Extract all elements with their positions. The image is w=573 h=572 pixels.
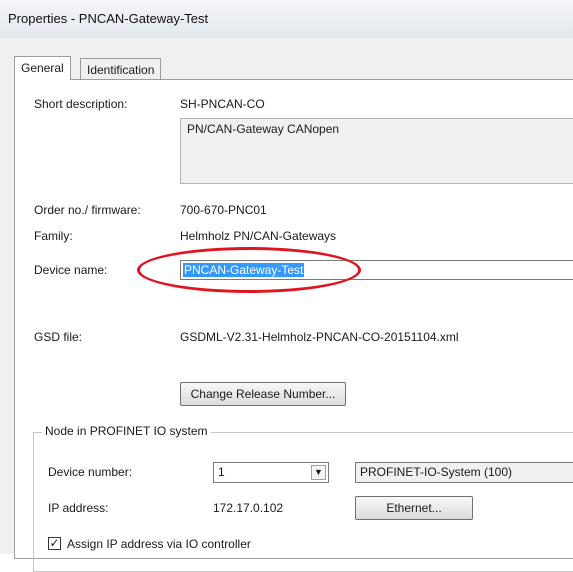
io-system-value: PROFINET-IO-System (100) <box>360 465 513 479</box>
tab-identification[interactable]: Identification <box>80 58 162 80</box>
device-number-select[interactable]: 1 ▼ <box>213 462 329 483</box>
short-description-label: Short description: <box>34 97 128 111</box>
short-description-value: SH-PNCAN-CO <box>180 97 265 111</box>
node-group-title: Node in PROFINET IO system <box>42 424 211 438</box>
tab-general[interactable]: General <box>14 56 71 80</box>
assign-ip-label: Assign IP address via IO controller <box>67 537 251 551</box>
node-group-box <box>33 432 573 572</box>
gsd-value: GSDML-V2.31-Helmholz-PNCAN-CO-20151104.x… <box>180 330 459 344</box>
check-icon: ✓ <box>49 536 60 550</box>
device-name-label: Device name: <box>34 263 108 277</box>
title-bar: Properties - PNCAN-Gateway-Test <box>0 0 573 39</box>
assign-ip-checkbox[interactable]: ✓ <box>48 537 61 550</box>
description-box[interactable]: PN/CAN-Gateway CANopen <box>180 118 573 184</box>
gsd-label: GSD file: <box>34 330 83 344</box>
family-label: Family: <box>34 229 73 243</box>
device-number-value: 1 <box>218 465 225 479</box>
highlight-ellipse <box>137 247 361 293</box>
device-number-label: Device number: <box>48 465 133 479</box>
order-label: Order no./ firmware: <box>34 203 141 217</box>
description-text: PN/CAN-Gateway CANopen <box>187 122 340 136</box>
window-title: Properties - PNCAN-Gateway-Test <box>8 11 209 26</box>
ip-label: IP address: <box>48 501 109 515</box>
family-value: Helmholz PN/CAN-Gateways <box>180 229 337 243</box>
io-system-field: PROFINET-IO-System (100) <box>355 462 573 483</box>
ip-value: 172.17.0.102 <box>213 501 284 515</box>
ethernet-button[interactable]: Ethernet... <box>355 496 473 520</box>
change-release-button[interactable]: Change Release Number... <box>180 382 346 406</box>
order-value: 700-670-PNC01 <box>180 203 267 217</box>
chevron-down-icon[interactable]: ▼ <box>311 465 326 480</box>
